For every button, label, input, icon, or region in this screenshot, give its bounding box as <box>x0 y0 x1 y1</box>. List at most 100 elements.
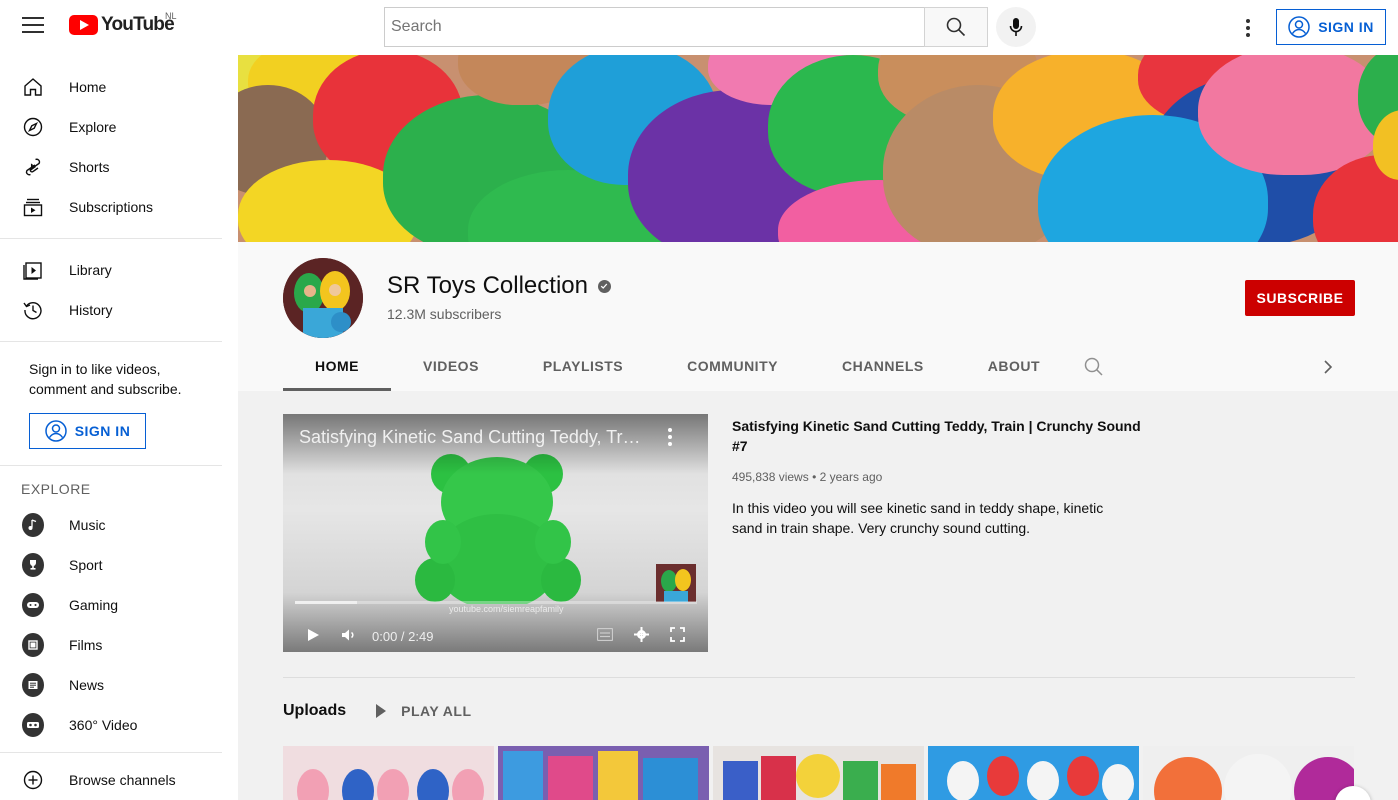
tab-playlists[interactable]: PLAYLISTS <box>511 340 655 391</box>
sidebar-divider <box>0 341 222 342</box>
sidebar-item-films[interactable]: Films <box>0 625 238 665</box>
sidebar-item-sport[interactable]: Sport <box>0 545 238 585</box>
play-all-button[interactable]: PLAY ALL <box>375 703 471 719</box>
country-code: NL <box>165 11 177 21</box>
sidebar-item-label: History <box>69 302 113 318</box>
channel-watermark-avatar[interactable] <box>656 564 696 602</box>
sidebar-item-browse-channels[interactable]: Browse channels <box>0 760 238 800</box>
sidebar-item-music[interactable]: Music <box>0 505 238 545</box>
video-thumbnail[interactable] <box>498 746 709 800</box>
sidebar-item-360-video[interactable]: 360° Video <box>0 705 238 745</box>
featured-video-player[interactable]: Satisfying Kinetic Sand Cutting Teddy, T… <box>283 414 708 652</box>
video-description: In this video you will see kinetic sand … <box>732 500 1104 536</box>
tab-about[interactable]: ABOUT <box>956 340 1072 391</box>
channel-header: SR Toys Collection 12.3M subscribers SUB… <box>238 242 1398 391</box>
menu-icon[interactable] <box>22 17 44 37</box>
top-bar: YouTube NL SIGN IN <box>0 0 1398 55</box>
progress-bar[interactable] <box>295 601 697 604</box>
video-thumbnail[interactable] <box>928 746 1139 800</box>
sidebar-divider <box>0 465 222 466</box>
home-icon <box>22 76 44 98</box>
channel-page: SR Toys Collection 12.3M subscribers SUB… <box>238 55 1398 800</box>
play-all-label: PLAY ALL <box>401 703 472 719</box>
subscriber-count: 12.3M subscribers <box>387 306 502 322</box>
subscriptions-icon <box>22 196 44 218</box>
verified-badge-icon <box>597 279 611 293</box>
play-icon[interactable] <box>306 628 320 642</box>
channel-banner <box>238 55 1398 242</box>
sidebar-item-news[interactable]: News <box>0 665 238 705</box>
sidebar-item-history[interactable]: History <box>0 290 238 330</box>
uploads-shelf <box>283 746 1354 800</box>
sidebar-item-home[interactable]: Home <box>0 67 238 107</box>
tab-home[interactable]: HOME <box>283 340 391 391</box>
gear-icon[interactable] <box>634 627 649 642</box>
sidebar-item-subscriptions[interactable]: Subscriptions <box>0 187 238 227</box>
uploads-title[interactable]: Uploads <box>283 702 346 720</box>
video-thumbnail[interactable] <box>713 746 924 800</box>
sidebar-divider <box>0 238 222 239</box>
history-icon <box>22 299 44 321</box>
volume-icon[interactable] <box>341 628 357 642</box>
sidebar-item-label: Browse channels <box>69 772 176 788</box>
voice-search-button[interactable] <box>996 7 1036 47</box>
microphone-icon <box>1009 18 1023 36</box>
settings-menu-icon[interactable] <box>1236 16 1260 40</box>
player-more-icon[interactable] <box>668 428 672 446</box>
section-divider <box>283 677 1355 678</box>
trophy-icon <box>22 553 44 577</box>
sidebar-item-gaming[interactable]: Gaming <box>0 585 238 625</box>
shorts-icon <box>22 156 44 178</box>
fullscreen-icon[interactable] <box>670 627 685 642</box>
search-input[interactable] <box>384 7 924 47</box>
chevron-right-icon[interactable] <box>1321 358 1335 381</box>
featured-video-info: Satisfying Kinetic Sand Cutting Teddy, T… <box>732 416 1152 538</box>
sidebar-item-shorts[interactable]: Shorts <box>0 147 238 187</box>
featured-video-title[interactable]: Satisfying Kinetic Sand Cutting Teddy, T… <box>732 416 1152 456</box>
vr-icon <box>22 713 44 737</box>
search-icon <box>946 17 966 37</box>
youtube-logo[interactable]: YouTube NL <box>69 11 177 36</box>
sidebar-item-label: Sport <box>69 557 103 573</box>
channel-avatar[interactable] <box>283 258 363 338</box>
sidebar-item-library[interactable]: Library <box>0 250 238 290</box>
video-meta: 495,838 views • 2 years ago <box>732 470 883 484</box>
sign-in-button[interactable]: SIGN IN <box>1276 9 1386 45</box>
gaming-icon <box>22 593 44 617</box>
tab-community[interactable]: COMMUNITY <box>655 340 810 391</box>
explore-heading: EXPLORE <box>21 481 91 497</box>
sidebar-item-label: News <box>69 677 105 693</box>
view-count: 495,838 views <box>732 470 809 484</box>
sidebar-item-label: Home <box>69 79 107 95</box>
sidebar-item-label: Gaming <box>69 597 119 613</box>
search-bar <box>384 7 988 47</box>
tab-channels[interactable]: CHANNELS <box>810 340 956 391</box>
film-icon <box>22 633 44 657</box>
sidebar-item-label: Subscriptions <box>69 199 154 215</box>
video-thumbnail[interactable] <box>283 746 494 800</box>
player-title[interactable]: Satisfying Kinetic Sand Cutting Teddy, T… <box>299 427 649 448</box>
channel-search-icon[interactable] <box>1084 357 1104 382</box>
youtube-play-icon <box>69 15 98 35</box>
captions-icon[interactable] <box>597 628 613 641</box>
video-thumbnail[interactable] <box>1143 746 1354 800</box>
sidebar: Home Explore Shorts Subscriptions Librar… <box>0 55 238 800</box>
upload-age: 2 years ago <box>819 470 883 484</box>
tab-videos[interactable]: VIDEOS <box>391 340 511 391</box>
library-icon <box>22 259 44 281</box>
channel-tabs: HOME VIDEOS PLAYLISTS COMMUNITY CHANNELS… <box>283 340 1072 391</box>
sidebar-item-explore[interactable]: Explore <box>0 107 238 147</box>
account-icon <box>1288 16 1310 38</box>
subscribe-button[interactable]: SUBSCRIBE <box>1245 280 1355 316</box>
sidebar-item-label: Shorts <box>69 159 110 175</box>
search-button[interactable] <box>924 7 988 47</box>
sidebar-item-label: Explore <box>69 119 117 135</box>
compass-icon <box>22 116 44 138</box>
sign-in-prompt: Sign in to like videos, comment and subs… <box>29 361 182 397</box>
sidebar-divider <box>0 752 222 753</box>
channel-name: SR Toys Collection <box>387 272 588 299</box>
account-icon <box>44 420 67 442</box>
player-time: 0:00 / 2:49 <box>372 629 434 644</box>
music-icon <box>22 513 44 537</box>
sidebar-sign-in-button[interactable]: SIGN IN <box>29 413 146 449</box>
